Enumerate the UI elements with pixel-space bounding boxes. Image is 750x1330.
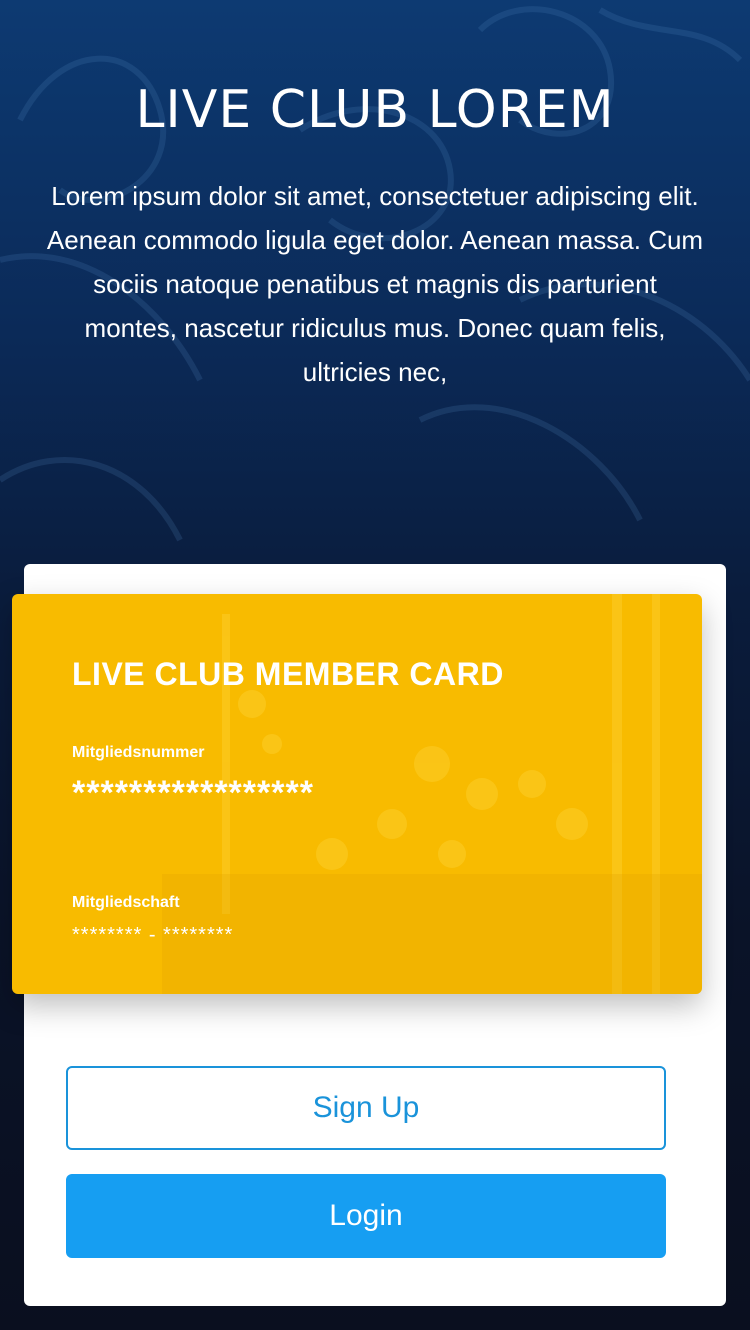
login-button[interactable]: Login bbox=[66, 1174, 666, 1258]
sign-up-button[interactable]: Sign Up bbox=[66, 1066, 666, 1150]
membership-label: Mitgliedschaft bbox=[72, 894, 180, 911]
hero-description: Lorem ipsum dolor sit amet, consectetuer… bbox=[46, 181, 704, 387]
membership-value: ******** - ******** bbox=[72, 924, 234, 946]
card-title: LIVE CLUB MEMBER CARD bbox=[72, 656, 504, 692]
page-title: LIVE CLUB LOREM bbox=[135, 80, 615, 140]
member-card: LIVE CLUB MEMBER CARD Mitgliedsnummer **… bbox=[12, 594, 702, 994]
member-number-label: Mitgliedsnummer bbox=[72, 744, 205, 761]
member-number-value: ***************** bbox=[72, 774, 314, 812]
